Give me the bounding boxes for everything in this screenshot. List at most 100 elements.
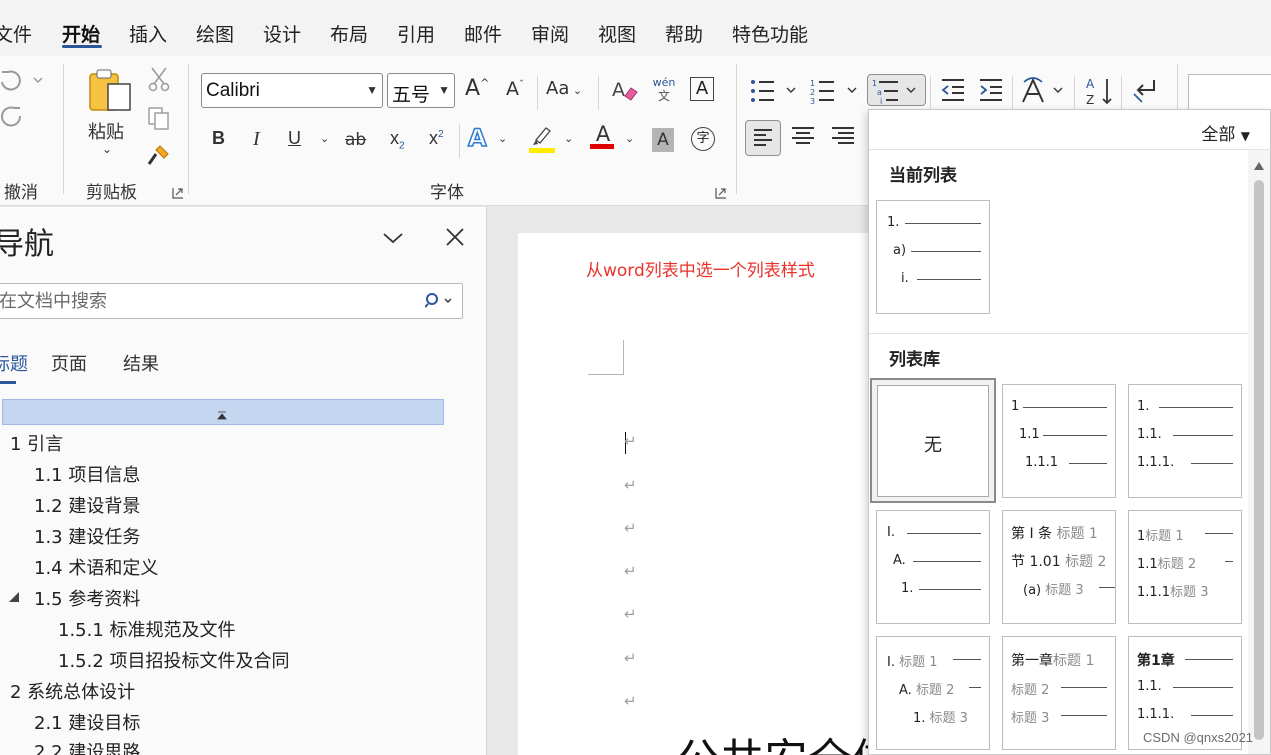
heading-item[interactable]: 1 引言 (10, 430, 63, 456)
font-launcher-icon[interactable] (715, 184, 727, 199)
tab-pages[interactable]: 页面 (51, 350, 87, 376)
strikethrough-button[interactable]: ab (345, 130, 366, 150)
inline-separator (537, 76, 538, 110)
collapse-triangle-icon[interactable] (8, 588, 20, 607)
list-style-none[interactable]: 无 (870, 378, 996, 503)
dropdown-scrollbar[interactable] (1248, 150, 1270, 754)
menu-file[interactable]: 文件 (0, 20, 32, 47)
pane-options-chevron-icon[interactable] (382, 227, 404, 253)
grow-font-button[interactable]: A^ (465, 76, 489, 101)
phonetic-guide-button[interactable]: wén 文 (652, 76, 676, 104)
tab-results[interactable]: 结果 (123, 350, 159, 376)
text-effects-button[interactable]: A (467, 123, 487, 153)
underline-chevron-icon[interactable]: ⌄ (320, 132, 329, 145)
align-center-icon[interactable] (790, 120, 816, 154)
character-border-button[interactable]: A (690, 77, 714, 101)
current-list-tile[interactable]: 1. a) i. (876, 200, 990, 314)
nav-search-input[interactable] (0, 284, 417, 318)
heading-item[interactable]: 1.1 项目信息 (34, 461, 140, 487)
menu-design[interactable]: 设计 (263, 20, 301, 47)
scroll-to-top-button[interactable] (2, 399, 444, 425)
cut-icon[interactable] (148, 66, 170, 96)
character-shading-button[interactable]: A (652, 128, 674, 152)
tile-rule (1191, 715, 1233, 716)
close-icon[interactable] (445, 227, 465, 251)
increase-indent-icon[interactable] (978, 78, 1004, 106)
heading-item[interactable]: 1.4 术语和定义 (34, 554, 158, 580)
search-icon[interactable] (424, 292, 455, 314)
bullets-icon[interactable] (750, 78, 798, 108)
menu-home[interactable]: 开始 (62, 20, 100, 47)
tile-level-label: 标题 2 (1011, 679, 1049, 698)
redo-icon[interactable] (0, 104, 26, 134)
list-style-tile[interactable]: 第 I 条 标题 1 节 1.01 标题 2 (a) 标题 3 (1002, 510, 1116, 624)
heading-item[interactable]: 2 系统总体设计 (10, 678, 135, 704)
heading-item[interactable]: 1.3 建设任务 (34, 523, 140, 549)
current-list-heading: 当前列表 (889, 166, 957, 186)
underline-button[interactable]: U (288, 128, 301, 149)
tile-caption: 标题 1 (1053, 653, 1095, 669)
tile-level-label: 1.1.1 (1025, 455, 1059, 470)
list-style-tile[interactable]: I. 标题 1 A. 标题 2 1. 标题 3 (876, 636, 990, 750)
text-effects-chevron-icon[interactable]: ⌄ (498, 132, 507, 145)
heading-item[interactable]: 1.5.2 项目招投标文件及合同 (58, 647, 290, 673)
document-page[interactable] (518, 233, 878, 755)
tile-level-label: 1标题 1 (1137, 525, 1184, 544)
menu-draw[interactable]: 绘图 (196, 20, 234, 47)
paste-icon[interactable] (88, 68, 134, 118)
align-left-button[interactable] (745, 120, 781, 156)
align-right-icon[interactable] (830, 120, 856, 154)
menu-review[interactable]: 审阅 (531, 20, 569, 47)
sort-icon[interactable]: AZ (1086, 76, 1114, 110)
list-filter-select[interactable]: 全部 ▼ (1201, 120, 1250, 145)
paste-button[interactable]: 粘贴 (88, 118, 124, 144)
italic-button[interactable]: I (253, 128, 260, 151)
change-case-button[interactable]: Aa ⌄ (546, 78, 582, 99)
heading-item[interactable]: 1.5 参考资料 (34, 585, 140, 611)
superscript-button[interactable]: x2 (429, 128, 444, 149)
multilevel-list-button[interactable]: 1ai (867, 74, 926, 106)
numbering-icon[interactable]: 123 (810, 78, 860, 108)
shrink-font-button[interactable]: Aˇ (506, 78, 524, 100)
undo-icon[interactable] (0, 66, 44, 96)
heading-item[interactable]: 2.2 建设思路 (34, 738, 140, 755)
tab-headings[interactable]: 标题 (0, 350, 28, 376)
font-size-combo[interactable]: 五号 ▼ (387, 73, 455, 108)
menu-mailings[interactable]: 邮件 (464, 20, 502, 47)
heading-item[interactable]: 1.5.1 标准规范及文件 (58, 616, 236, 642)
tab-indicator (0, 381, 16, 384)
font-color-button[interactable]: A (590, 122, 616, 149)
clipboard-launcher-icon[interactable] (172, 184, 184, 199)
tile-rule (1061, 715, 1107, 716)
heading-item[interactable]: 1.2 建设背景 (34, 492, 140, 518)
subscript-button[interactable]: x2 (390, 128, 405, 152)
scroll-thumb[interactable] (1254, 180, 1264, 740)
menu-insert[interactable]: 插入 (129, 20, 167, 47)
heading-item[interactable]: 2.1 建设目标 (34, 709, 140, 735)
menu-view[interactable]: 视图 (598, 20, 636, 47)
format-painter-icon[interactable] (146, 142, 172, 172)
enclose-characters-button[interactable]: 字 (691, 127, 715, 151)
menu-help[interactable]: 帮助 (665, 20, 703, 47)
list-style-tile[interactable]: 第一章标题 1 标题 2 标题 3 (1002, 636, 1116, 750)
clear-formatting-icon[interactable]: A (611, 76, 639, 108)
bold-button[interactable]: B (212, 128, 225, 149)
chinese-layout-icon[interactable] (1020, 76, 1068, 108)
paragraph-mark: ↵ (624, 476, 637, 494)
font-color-chevron-icon[interactable]: ⌄ (625, 132, 634, 145)
list-style-tile[interactable]: 1标题 1 1.1标题 2 1.1.1标题 3 (1128, 510, 1242, 624)
scroll-up-arrow-icon[interactable] (1253, 156, 1265, 175)
list-style-tile[interactable]: I. A. 1. (876, 510, 990, 624)
highlight-color-icon[interactable] (528, 124, 556, 158)
menu-layout[interactable]: 布局 (330, 20, 368, 47)
list-style-tile[interactable]: 1. 1.1. 1.1.1. (1128, 384, 1242, 498)
menu-references[interactable]: 引用 (397, 20, 435, 47)
show-marks-icon[interactable] (1130, 76, 1158, 108)
list-style-tile[interactable]: 1 1.1 1.1.1 (1002, 384, 1116, 498)
decrease-indent-icon[interactable] (940, 78, 966, 106)
highlight-chevron-icon[interactable]: ⌄ (564, 132, 573, 145)
font-name-combo[interactable]: Calibri ▼ (201, 73, 383, 108)
paste-chevron-icon[interactable]: ⌄ (102, 142, 112, 156)
menu-special-features[interactable]: 特色功能 (732, 20, 808, 47)
copy-icon[interactable] (147, 106, 171, 134)
